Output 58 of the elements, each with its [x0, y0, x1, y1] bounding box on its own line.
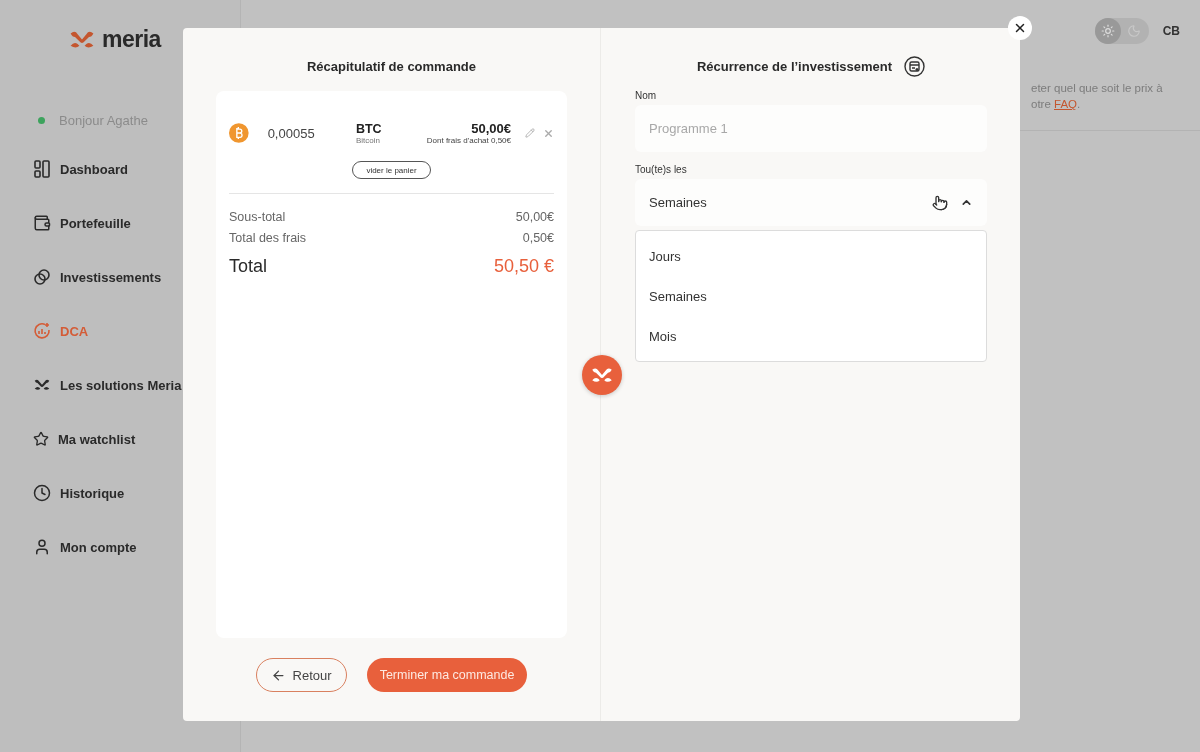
- quantity: 0,00055: [267, 125, 316, 141]
- dropdown-option[interactable]: Jours: [636, 236, 986, 276]
- wallet-icon: [33, 214, 51, 232]
- logo-icon: [33, 378, 51, 392]
- nav-label: Dashboard: [60, 161, 128, 177]
- brand-name: meria: [102, 26, 161, 53]
- dropdown-option[interactable]: Mois: [636, 316, 986, 356]
- notice-text: otre: [1031, 98, 1052, 110]
- section-title: Récurrence de l’investissement: [696, 58, 893, 74]
- close-icon: [1013, 21, 1027, 35]
- edit-icon[interactable]: [525, 127, 535, 138]
- nav-label: Ma watchlist: [58, 431, 136, 447]
- user-initials[interactable]: CB: [1162, 24, 1180, 38]
- nav-label: Investissements: [60, 269, 162, 285]
- summary-value: 50,00€: [515, 209, 554, 224]
- chart-sparkle-icon: [33, 322, 51, 340]
- asset-symbol: BTC: [355, 121, 383, 136]
- field-label: Nom: [635, 90, 658, 101]
- bitcoin-icon: [229, 123, 249, 143]
- nav-label: Les solutions Meria: [60, 377, 182, 393]
- close-button[interactable]: [1008, 16, 1032, 40]
- nav-label: DCA: [60, 323, 89, 339]
- nav-label: Historique: [60, 485, 125, 501]
- nav-item[interactable]: Historique: [33, 483, 240, 503]
- brand-logo-icon: [68, 29, 96, 50]
- nav-item[interactable]: Dashboard: [33, 159, 240, 179]
- summary-label: Total des frais: [229, 230, 307, 245]
- summary-value: 0,50€: [522, 230, 554, 245]
- clear-cart-button[interactable]: vider le panier: [352, 161, 431, 179]
- nav-item[interactable]: Ma watchlist: [33, 429, 240, 449]
- nav-label: Mon compte: [60, 539, 137, 555]
- user-icon: [33, 538, 51, 556]
- star-icon: [33, 431, 49, 447]
- clock-icon: [33, 484, 51, 502]
- nav-label: Portefeuille: [60, 215, 131, 231]
- dialog-title: Récapitulatif de commande: [306, 58, 476, 74]
- fee-note: Dont frais d'achat 0,50€: [426, 136, 511, 145]
- nav-item[interactable]: Mon compte: [33, 537, 240, 557]
- hand-pointer-icon: [932, 194, 948, 211]
- calendar-list-icon: [904, 55, 926, 77]
- logo-icon: [590, 366, 614, 384]
- dropdown-option[interactable]: Semaines: [636, 276, 986, 316]
- sun-icon: [1100, 24, 1115, 38]
- theme-toggle[interactable]: [1094, 18, 1149, 44]
- total-value: 50,50 €: [493, 256, 554, 277]
- total-label: Total: [229, 256, 268, 277]
- frequency-select[interactable]: Semaines: [635, 179, 987, 226]
- summary-label: Sous-total: [229, 209, 286, 224]
- dashboard-icon: [33, 160, 51, 178]
- remove-icon[interactable]: [543, 127, 554, 139]
- item-amount: 50,00€: [471, 121, 511, 136]
- nav-item[interactable]: Les solutions Meria: [33, 375, 240, 395]
- notice-text: eter quel que soit le prix à: [1031, 81, 1164, 96]
- asset-name: Bitcoin: [355, 135, 381, 145]
- name-field[interactable]: Programme 1: [635, 105, 987, 152]
- notice-text: .: [1077, 98, 1081, 110]
- linked-circles-icon: [33, 268, 51, 286]
- field-label: Tou(te)s les: [635, 164, 688, 175]
